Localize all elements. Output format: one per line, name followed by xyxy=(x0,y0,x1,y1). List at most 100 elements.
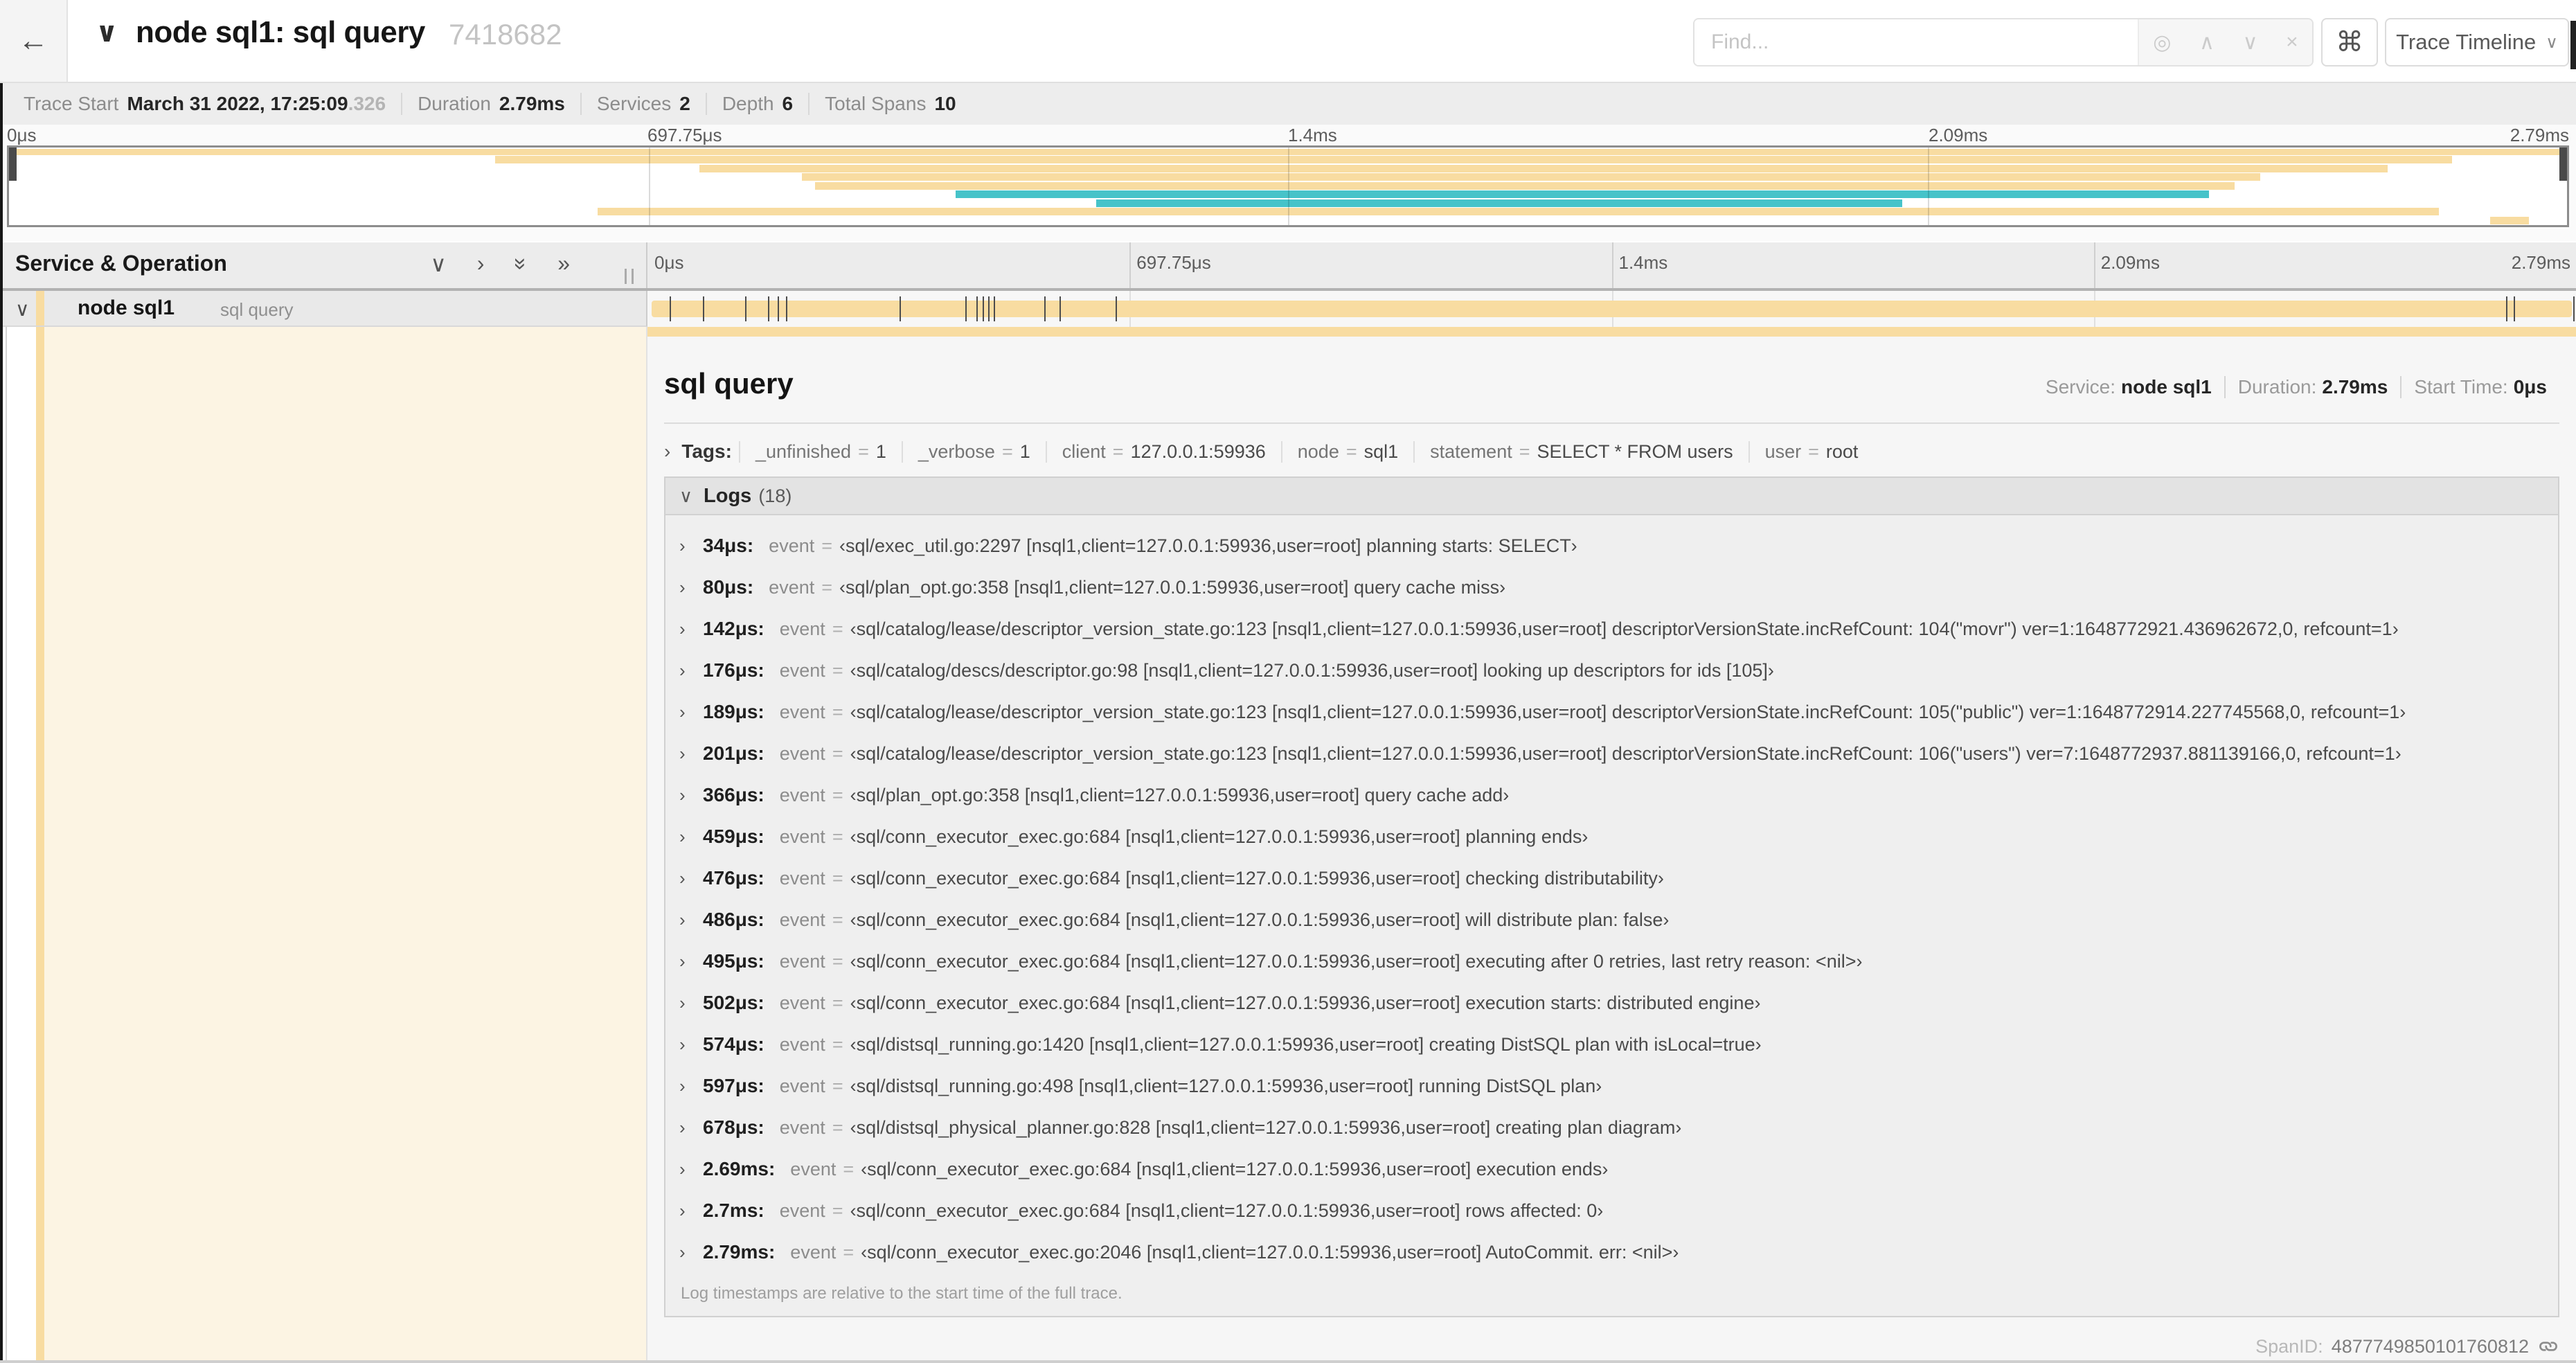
view-dropdown-label: Trace Timeline xyxy=(2396,30,2537,54)
log-entry[interactable]: › 495μs: event = ‹sql/conn_executor_exec.go:… xyxy=(679,941,2558,982)
equals-sign: = xyxy=(832,909,843,930)
minimap-span-bar xyxy=(2490,216,2529,224)
tag-item: statement = SELECT * FROM users xyxy=(1413,440,1748,463)
log-timestamp: 597μs: xyxy=(703,1075,764,1096)
log-marker xyxy=(778,296,780,321)
log-entry[interactable]: › 142μs: event = ‹sql/catalog/lease/descript… xyxy=(679,608,2558,650)
log-field-key: event xyxy=(769,576,815,598)
minimap-canvas[interactable] xyxy=(7,145,2569,227)
span-id-label: SpanID: xyxy=(2255,1335,2323,1357)
log-marker xyxy=(670,296,672,321)
timeline-header-row: Service & Operation ∨ › » » 0μs 697.75μs 1… xyxy=(0,242,2576,291)
log-field-key: event xyxy=(779,909,825,930)
log-entry[interactable]: › 476μs: event = ‹sql/conn_executor_exec.go:… xyxy=(679,857,2558,899)
tag-item: user = root xyxy=(1748,440,1874,463)
column-resize-handle[interactable] xyxy=(625,269,634,284)
log-timestamp: 142μs: xyxy=(703,618,764,639)
time-tick-label: 2.79ms xyxy=(2511,252,2570,273)
log-marker xyxy=(987,296,990,321)
log-entry[interactable]: › 486μs: event = ‹sql/conn_executor_exec.go:… xyxy=(679,899,2558,941)
logs-header[interactable]: ∨ Logs (18) xyxy=(665,478,2558,515)
find-controls: ◎ ∧ ∨ × xyxy=(2138,19,2312,65)
log-entry[interactable]: › 597μs: event = ‹sql/distsql_running.go:498… xyxy=(679,1065,2558,1107)
log-entry[interactable]: › 2.7ms: event = ‹sql/conn_executor_exec.go:… xyxy=(679,1190,2558,1231)
locate-icon[interactable]: ◎ xyxy=(2153,30,2171,55)
span-detail-panel: sql query Service: node sql1 Duration: 2.79… xyxy=(647,327,2576,1363)
trace-info-value: March 31 2022, 17:25:09 xyxy=(127,93,348,114)
log-field-value: ‹sql/conn_executor_exec.go:684 [nsql1,cl… xyxy=(850,826,1589,847)
expand-all-icon[interactable]: » xyxy=(557,251,570,277)
tag-value: 127.0.0.1:59936 xyxy=(1130,440,1266,462)
next-result-icon[interactable]: ∨ xyxy=(2243,30,2258,55)
trace-view-dropdown[interactable]: Trace Timeline ∨ xyxy=(2385,18,2569,66)
log-field-value: ‹sql/conn_executor_exec.go:684 [nsql1,cl… xyxy=(850,992,1761,1013)
expand-one-icon[interactable]: › xyxy=(477,251,485,277)
chevron-right-icon: › xyxy=(679,1241,686,1263)
back-button[interactable]: ← xyxy=(0,0,68,82)
collapse-one-icon[interactable]: ∨ xyxy=(430,251,446,277)
trace-info-label: Trace Start xyxy=(24,93,119,114)
chevron-right-icon: › xyxy=(664,440,671,462)
detail-left-gutter xyxy=(0,327,647,1363)
trace-info-value-suffix: .326 xyxy=(348,93,386,114)
chevron-right-icon: › xyxy=(679,992,686,1013)
trace-collapse-icon[interactable]: ∨ xyxy=(96,17,118,48)
span-meta-value: node sql1 xyxy=(2121,376,2212,398)
log-entry[interactable]: › 2.69ms: event = ‹sql/conn_executor_exec.go… xyxy=(679,1148,2558,1190)
span-detail-color-bar xyxy=(647,327,2576,337)
log-field-value: ‹sql/distsql_physical_planner.go:828 [ns… xyxy=(850,1116,1682,1138)
clear-search-icon[interactable]: × xyxy=(2286,30,2298,54)
log-entry[interactable]: › 366μs: event = ‹sql/plan_opt.go:358 [nsql1… xyxy=(679,774,2558,816)
log-timestamp: 574μs: xyxy=(703,1033,764,1055)
divider xyxy=(664,422,2559,424)
tag-item: node = sql1 xyxy=(1280,440,1413,463)
log-field-value: ‹sql/conn_executor_exec.go:2046 [nsql1,c… xyxy=(861,1241,1679,1263)
log-field-key: event xyxy=(779,950,825,972)
equals-sign: = xyxy=(832,826,843,847)
minimap-span-bar xyxy=(814,181,2235,190)
log-field-key: event xyxy=(779,992,825,1013)
trace-info-value: 10 xyxy=(934,93,956,114)
tag-key: node xyxy=(1297,440,1339,462)
tags-accordion[interactable]: › Tags: _unfinished = 1 _verbose = 1 client = 12… xyxy=(664,440,2559,463)
tag-item: client = 127.0.0.1:59936 xyxy=(1045,440,1281,463)
time-tick-label: 2.79ms xyxy=(2510,125,2569,145)
page-title: node sql1: sql query xyxy=(136,15,425,49)
log-entry[interactable]: › 574μs: event = ‹sql/distsql_running.go:142… xyxy=(679,1024,2558,1065)
ruler-gridline xyxy=(1611,242,1613,288)
log-entry[interactable]: › 2.79ms: event = ‹sql/conn_executor_exec.go… xyxy=(679,1231,2558,1273)
span-duration-bar[interactable] xyxy=(652,301,2572,317)
tag-value: 1 xyxy=(875,440,886,462)
log-entry[interactable]: › 201μs: event = ‹sql/catalog/lease/descript… xyxy=(679,733,2558,774)
span-color-strip xyxy=(36,327,44,1363)
log-entry[interactable]: › 176μs: event = ‹sql/catalog/descs/descript… xyxy=(679,650,2558,691)
logs-label: Logs xyxy=(704,484,752,507)
deep-link-icon[interactable] xyxy=(2537,1335,2559,1357)
service-operation-title: Service & Operation xyxy=(15,251,227,276)
minimap-left-scrubber[interactable] xyxy=(9,148,17,181)
gutter-line xyxy=(6,327,7,1363)
find-input[interactable] xyxy=(1694,19,2138,65)
equals-sign: = xyxy=(832,1200,843,1221)
log-entry[interactable]: › 34μs: event = ‹sql/exec_util.go:2297 [nsql… xyxy=(679,525,2558,567)
prev-result-icon[interactable]: ∧ xyxy=(2199,30,2215,55)
chevron-right-icon: › xyxy=(679,950,686,972)
log-entry[interactable]: › 678μs: event = ‹sql/distsql_physical_plann… xyxy=(679,1107,2558,1148)
span-row-name-cell[interactable]: ∨ node sql1 sql query xyxy=(0,291,647,327)
keyboard-shortcuts-button[interactable]: ⌘ xyxy=(2321,18,2378,66)
minimap-right-scrubber[interactable] xyxy=(2559,148,2567,181)
collapse-all-icon[interactable]: » xyxy=(508,258,534,270)
log-entry[interactable]: › 502μs: event = ‹sql/conn_executor_exec.go:… xyxy=(679,982,2558,1024)
chevron-down-icon[interactable]: ∨ xyxy=(15,298,30,321)
trace-info-item: Services 2 xyxy=(580,93,706,115)
log-entry[interactable]: › 80μs: event = ‹sql/plan_opt.go:358 [nsql1,… xyxy=(679,567,2558,608)
log-timestamp: 366μs: xyxy=(703,784,764,805)
log-entry[interactable]: › 189μs: event = ‹sql/catalog/lease/descript… xyxy=(679,691,2558,733)
chevron-down-icon: ∨ xyxy=(679,485,693,506)
log-marker xyxy=(982,296,984,321)
log-field-value: ‹sql/plan_opt.go:358 [nsql1,client=127.0… xyxy=(839,576,1506,598)
back-arrow-icon: ← xyxy=(18,24,48,57)
tag-key: _verbose xyxy=(918,440,995,462)
equals-sign: = xyxy=(832,1075,843,1096)
log-entry[interactable]: › 459μs: event = ‹sql/conn_executor_exec.go:… xyxy=(679,816,2558,857)
